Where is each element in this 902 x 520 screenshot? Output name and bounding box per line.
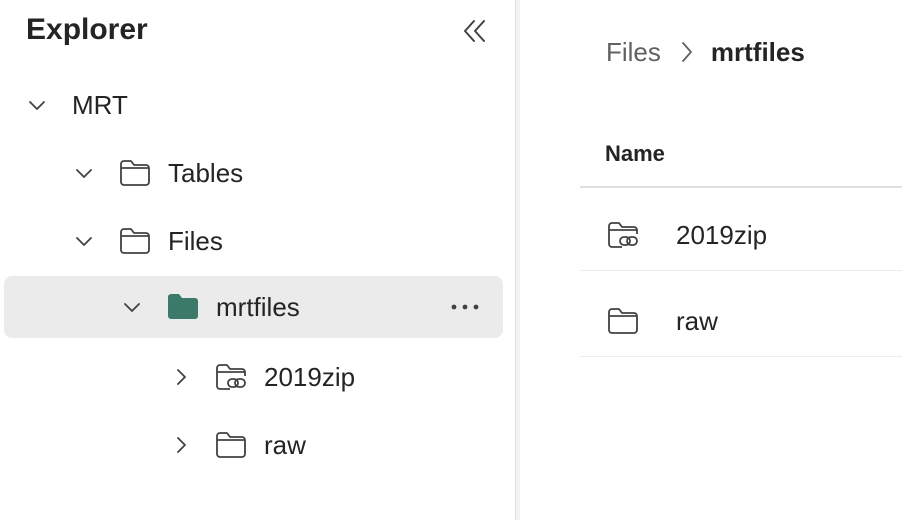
breadcrumb-item-files[interactable]: Files bbox=[606, 35, 661, 69]
chevron-right-icon[interactable] bbox=[170, 434, 192, 456]
tree-item-label: 2019zip bbox=[264, 362, 356, 392]
ellipsis-icon bbox=[451, 304, 479, 310]
folder-icon bbox=[120, 228, 150, 254]
chevron-right-icon bbox=[679, 39, 695, 65]
tree-item-2019zip[interactable]: 2019zip bbox=[4, 346, 503, 408]
list-item-label: 2019zip bbox=[676, 220, 768, 250]
collapse-explorer-button[interactable] bbox=[458, 14, 492, 48]
tree-item-label: Files bbox=[168, 226, 223, 256]
column-header-name[interactable]: Name bbox=[580, 134, 902, 188]
explorer-panel: Explorer MRT Tables Files mrtfiles 2019z… bbox=[0, 0, 516, 520]
column-header-label: Name bbox=[605, 141, 665, 166]
more-options-button[interactable] bbox=[448, 294, 482, 320]
folder-filled-icon bbox=[168, 294, 198, 319]
tree-item-label: raw bbox=[264, 430, 306, 460]
list-item[interactable]: raw bbox=[580, 288, 902, 357]
tree-item-label: mrtfiles bbox=[216, 292, 300, 322]
folder-icon bbox=[608, 308, 638, 334]
tree-item-mrt[interactable]: MRT bbox=[4, 74, 503, 136]
breadcrumb-item-current: mrtfiles bbox=[710, 37, 805, 67]
linked-folder-icon bbox=[216, 364, 246, 390]
chevron-down-icon[interactable] bbox=[73, 162, 95, 184]
chevron-down-icon[interactable] bbox=[121, 296, 143, 318]
tree-item-mrtfiles[interactable]: mrtfiles bbox=[4, 276, 503, 338]
tree-item-tables[interactable]: Tables bbox=[4, 142, 503, 204]
linked-folder-icon bbox=[608, 222, 638, 248]
chevron-down-icon[interactable] bbox=[26, 94, 48, 116]
tree-item-files[interactable]: Files bbox=[4, 210, 503, 272]
tree-item-label: MRT bbox=[72, 90, 128, 120]
double-chevron-left-icon bbox=[464, 20, 485, 42]
folder-icon bbox=[216, 432, 246, 458]
tree-item-label: Tables bbox=[168, 158, 244, 188]
breadcrumb: Files mrtfiles bbox=[606, 34, 805, 70]
panel-splitter[interactable] bbox=[516, 0, 520, 520]
tree-item-raw[interactable]: raw bbox=[4, 414, 503, 476]
list-item[interactable]: 2019zip bbox=[580, 202, 902, 271]
chevron-down-icon[interactable] bbox=[73, 230, 95, 252]
chevron-right-icon[interactable] bbox=[170, 366, 192, 388]
folder-icon bbox=[120, 160, 150, 186]
list-item-label: raw bbox=[676, 306, 718, 336]
explorer-title: Explorer bbox=[26, 13, 148, 46]
